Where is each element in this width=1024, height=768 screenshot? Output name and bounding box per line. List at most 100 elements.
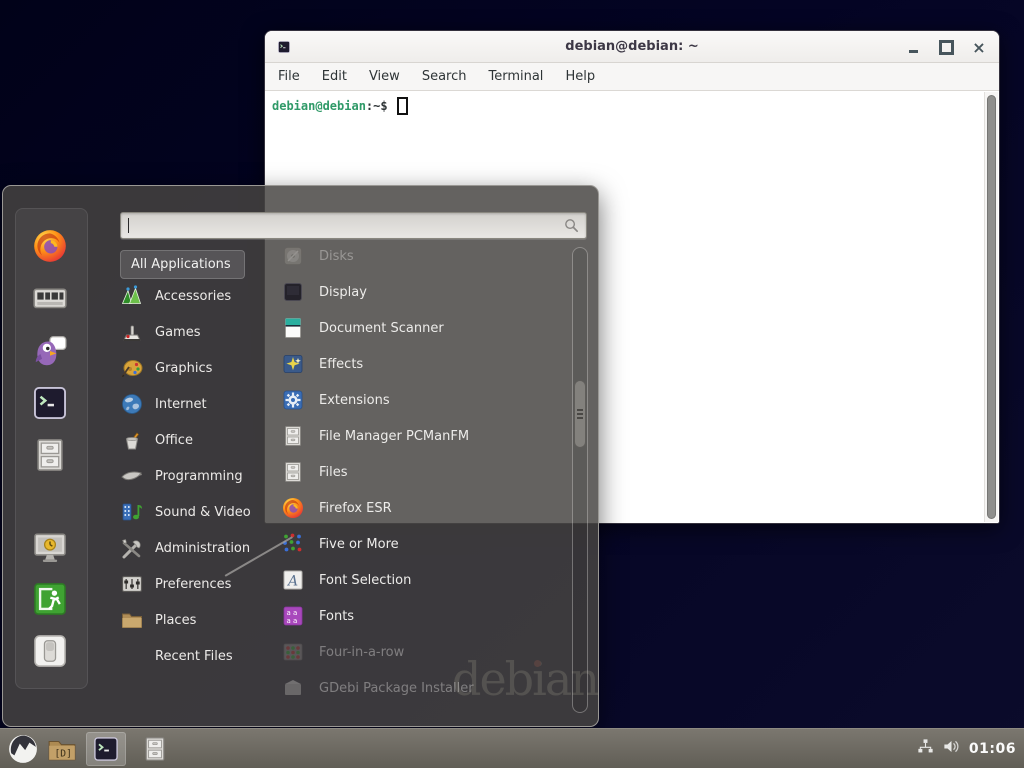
- app-label: Files: [319, 465, 348, 480]
- app-display[interactable]: Display: [281, 274, 569, 310]
- category-label: Accessories: [155, 289, 231, 304]
- firefox-icon: [31, 227, 69, 265]
- terminal-cursor: [397, 97, 408, 115]
- app-list-scrollbar[interactable]: [572, 247, 588, 713]
- preferences-icon: [120, 572, 144, 596]
- category-label: Sound & Video: [155, 505, 251, 520]
- volume-tray-icon[interactable]: [942, 737, 961, 760]
- app-label: Effects: [319, 357, 363, 372]
- accessories-icon: [120, 284, 144, 308]
- app-list-scrollbar-thumb[interactable]: [574, 380, 586, 448]
- favorite-input-devices[interactable]: [31, 279, 69, 317]
- favorite-file-manager[interactable]: [31, 436, 69, 474]
- app-label: Four-in-a-row: [319, 645, 404, 660]
- taskbar: [D] 01:06: [0, 728, 1024, 768]
- app-files[interactable]: Files: [281, 454, 569, 490]
- favorite-firefox[interactable]: [31, 227, 69, 265]
- file-manager-icon: [281, 460, 305, 484]
- network-tray-icon[interactable]: [916, 737, 935, 760]
- app-label: Display: [319, 285, 367, 300]
- app-effects[interactable]: Effects: [281, 346, 569, 382]
- desktop-folder-button[interactable]: [D]: [47, 734, 77, 764]
- administration-icon: [120, 536, 144, 560]
- window-controls: [901, 31, 991, 63]
- terminal-prompt: debian@debian:~$: [272, 96, 992, 116]
- category-label: Office: [155, 433, 193, 448]
- category-programming[interactable]: Programming: [120, 458, 280, 494]
- terminal-menu-view[interactable]: View: [358, 63, 411, 91]
- terminal-menubar: FileEditViewSearchTerminalHelp: [265, 63, 999, 91]
- app-file-manager-pcmanfm[interactable]: File Manager PCManFM: [281, 418, 569, 454]
- clock: 01:06: [969, 741, 1016, 757]
- category-label: Graphics: [155, 361, 212, 376]
- category-administration[interactable]: Administration: [120, 530, 280, 566]
- app-fonts[interactable]: a aa aFonts: [281, 598, 569, 634]
- terminal-titlebar[interactable]: debian@debian: ~: [265, 31, 999, 63]
- app-label: Firefox ESR: [319, 501, 392, 516]
- app-extensions[interactable]: Extensions: [281, 382, 569, 418]
- app-document-scanner[interactable]: Document Scanner: [281, 310, 569, 346]
- category-label: Preferences: [155, 577, 231, 592]
- system-tray: [916, 737, 961, 760]
- category-recent-files[interactable]: Recent Files: [120, 638, 280, 674]
- category-label: Games: [155, 325, 200, 340]
- svg-text:[D]: [D]: [55, 748, 72, 759]
- file-manager-task-button[interactable]: [135, 732, 175, 766]
- category-games[interactable]: Games: [120, 314, 280, 350]
- category-sound-video[interactable]: Sound & Video: [120, 494, 280, 530]
- category-preferences[interactable]: Preferences: [120, 566, 280, 602]
- logout-icon: [31, 580, 69, 618]
- svg-text:a a: a a: [287, 609, 298, 617]
- maximize-button[interactable]: [934, 36, 958, 58]
- app-five-or-more[interactable]: Five or More: [281, 526, 569, 562]
- font-selection-icon: A: [281, 568, 305, 592]
- svg-text:A: A: [286, 574, 298, 590]
- screen: debian debian@debian: ~ FileEditViewSear…: [0, 0, 1024, 768]
- display-icon: [281, 280, 305, 304]
- file-manager-icon: [281, 424, 305, 448]
- terminal-menu-edit[interactable]: Edit: [311, 63, 358, 91]
- app-disks: Disks: [281, 238, 569, 274]
- favorite-shutdown[interactable]: [31, 632, 69, 670]
- games-icon: [120, 320, 144, 344]
- file-manager-icon: [141, 735, 169, 763]
- category-label: Administration: [155, 541, 250, 556]
- terminal-menu-search[interactable]: Search: [411, 63, 478, 91]
- app-font-selection[interactable]: AFont Selection: [281, 562, 569, 598]
- category-label: Places: [155, 613, 196, 628]
- terminal-scrollbar-thumb[interactable]: [987, 95, 996, 519]
- category-office[interactable]: Office: [120, 422, 280, 458]
- empty-icon: [120, 644, 144, 668]
- terminal-menu-terminal[interactable]: Terminal: [477, 63, 554, 91]
- input-devices-icon: [31, 279, 69, 317]
- favorite-logout[interactable]: [31, 580, 69, 618]
- minimize-button[interactable]: [901, 36, 925, 58]
- favorite-pidgin[interactable]: [31, 332, 69, 370]
- internet-icon: [120, 392, 144, 416]
- search-input[interactable]: [120, 212, 587, 239]
- text-caret: [128, 218, 129, 233]
- app-four-in-a-row: Four-in-a-row: [281, 634, 569, 670]
- app-label: Extensions: [319, 393, 390, 408]
- prompt-path: :~$: [366, 99, 388, 113]
- favorite-lock-screen[interactable]: [31, 528, 69, 566]
- category-accessories[interactable]: Accessories: [120, 278, 280, 314]
- favorite-terminal[interactable]: [31, 384, 69, 422]
- office-icon: [120, 428, 144, 452]
- menu-launcher-button[interactable]: [8, 734, 38, 764]
- close-button[interactable]: [967, 36, 991, 58]
- lock-screen-icon: [31, 528, 69, 566]
- app-label: Fonts: [319, 609, 354, 624]
- category-graphics[interactable]: Graphics: [120, 350, 280, 386]
- terminal-title: debian@debian: ~: [565, 39, 698, 54]
- terminal-menu-file[interactable]: File: [267, 63, 311, 91]
- terminal-scrollbar[interactable]: [984, 92, 998, 522]
- terminal-task-button[interactable]: [86, 732, 126, 766]
- terminal-menu-help[interactable]: Help: [554, 63, 606, 91]
- places-icon: [120, 608, 144, 632]
- all-applications-button[interactable]: All Applications: [120, 250, 245, 279]
- category-internet[interactable]: Internet: [120, 386, 280, 422]
- app-firefox-esr[interactable]: Firefox ESR: [281, 490, 569, 526]
- category-places[interactable]: Places: [120, 602, 280, 638]
- volume-icon: [942, 737, 961, 756]
